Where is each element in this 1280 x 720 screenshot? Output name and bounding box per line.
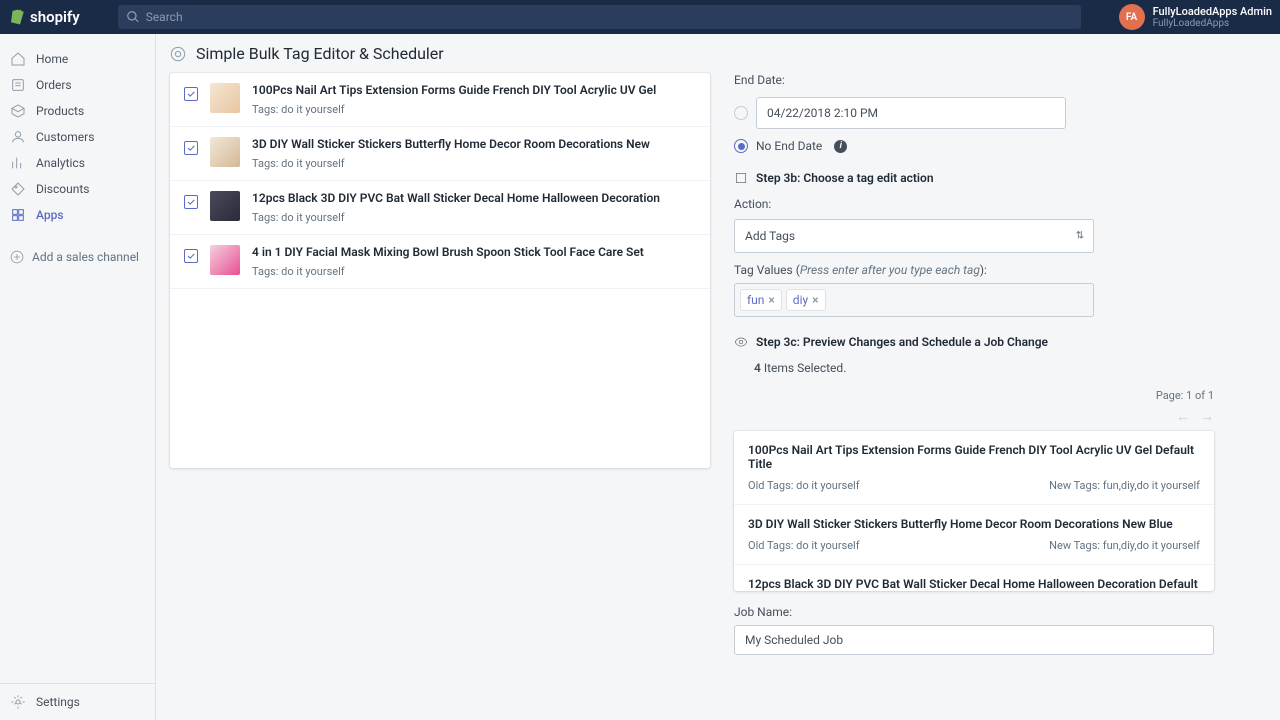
remove-tag-icon[interactable]: × [768,293,774,307]
action-select[interactable]: Add Tags [734,219,1094,253]
search-wrap[interactable] [118,5,1081,29]
preview-row: 3D DIY Wall Sticker Stickers Butterfly H… [734,505,1214,565]
pager-prev-icon[interactable]: ← [1176,408,1190,425]
job-name-input[interactable] [734,625,1214,655]
nav-analytics[interactable]: Analytics [0,150,155,176]
end-date-label: End Date: [734,73,1214,87]
radio-end-date[interactable] [734,106,748,120]
new-tags: New Tags: fun,diy,do it yourself [1049,539,1200,552]
page-title: Simple Bulk Tag Editor & Scheduler [196,44,444,63]
old-tags: Old Tags: do it yourself [748,539,860,552]
user-sub: FullyLoadedApps [1153,18,1272,29]
nav-settings[interactable]: Settings [0,683,155,720]
search-icon [126,10,140,24]
nav-customers[interactable]: Customers [0,124,155,150]
radio-no-end-date[interactable] [734,139,748,153]
pager-next-icon[interactable]: → [1200,408,1214,425]
product-thumb [210,137,240,167]
sidebar: Home Orders Products Customers Analytics… [0,34,156,720]
app-icon [170,46,186,62]
old-tags: Old Tags: do it yourself [748,479,860,492]
right-panel: End Date: No End Date i Step 3b: Choos [734,73,1214,673]
product-name: 4 in 1 DIY Facial Mask Mixing Bowl Brush… [252,245,696,259]
page-header: Simple Bulk Tag Editor & Scheduler [156,34,1280,73]
preview-row: 12pcs Black 3D DIY PVC Bat Wall Sticker … [734,565,1214,591]
product-checkbox[interactable] [184,249,198,263]
product-name: 12pcs Black 3D DIY PVC Bat Wall Sticker … [252,191,696,205]
nav-orders[interactable]: Orders [0,72,155,98]
info-icon[interactable]: i [834,140,847,153]
search-input[interactable] [146,10,1073,24]
nav-products[interactable]: Products [0,98,155,124]
preview-row: 100Pcs Nail Art Tips Extension Forms Gui… [734,431,1214,505]
topbar: shopify FA FullyLoadedApps Admin FullyLo… [0,0,1280,34]
items-selected: 4 Items Selected. [754,361,1214,375]
preview-name: 12pcs Black 3D DIY PVC Bat Wall Sticker … [748,577,1200,591]
new-tags: New Tags: fun,diy,do it yourself [1049,479,1200,492]
job-name-label: Job Name: [734,605,1214,619]
product-thumb [210,83,240,113]
tag-chip: fun× [740,289,782,311]
product-name: 100Pcs Nail Art Tips Extension Forms Gui… [252,83,696,97]
product-row[interactable]: 4 in 1 DIY Facial Mask Mixing Bowl Brush… [170,235,710,289]
product-name: 3D DIY Wall Sticker Stickers Butterfly H… [252,137,696,151]
user-area[interactable]: FA FullyLoadedApps Admin FullyLoadedApps [1119,4,1272,30]
nav-home[interactable]: Home [0,46,155,72]
preview-card: 100Pcs Nail Art Tips Extension Forms Gui… [734,431,1214,591]
preview-name: 3D DIY Wall Sticker Stickers Butterfly H… [748,517,1200,531]
step-3b-header: Step 3b: Choose a tag edit action [734,171,1214,185]
end-date-input[interactable] [756,97,1066,129]
product-tags: Tags: do it yourself [252,157,696,170]
product-tags: Tags: do it yourself [252,211,696,224]
product-row[interactable]: 12pcs Black 3D DIY PVC Bat Wall Sticker … [170,181,710,235]
tag-values-label: Tag Values (Press enter after you type e… [734,263,1214,277]
user-name: FullyLoadedApps Admin [1153,5,1272,18]
add-sales-channel[interactable]: Add a sales channel [0,240,155,274]
main: Simple Bulk Tag Editor & Scheduler 100Pc… [156,34,1280,720]
product-tags: Tags: do it yourself [252,265,696,278]
product-thumb [210,191,240,221]
product-checkbox[interactable] [184,87,198,101]
shopify-logo[interactable]: shopify [8,8,80,26]
step-3c-header: Step 3c: Preview Changes and Schedule a … [734,335,1214,349]
product-tags: Tags: do it yourself [252,103,696,116]
tag-chip: diy× [786,289,826,311]
product-row[interactable]: 3D DIY Wall Sticker Stickers Butterfly H… [170,127,710,181]
pager: Page: 1 of 1 [734,389,1214,402]
brand-text: shopify [30,8,80,26]
tag-input[interactable]: fun× diy× [734,283,1094,317]
no-end-date-label: No End Date [756,139,822,153]
product-checkbox[interactable] [184,195,198,209]
remove-tag-icon[interactable]: × [812,293,818,307]
preview-name: 100Pcs Nail Art Tips Extension Forms Gui… [748,443,1200,471]
product-row[interactable]: 100Pcs Nail Art Tips Extension Forms Gui… [170,73,710,127]
nav-discounts[interactable]: Discounts [0,176,155,202]
product-list-card: 100Pcs Nail Art Tips Extension Forms Gui… [170,73,710,468]
nav-apps[interactable]: Apps [0,202,155,228]
avatar: FA [1119,4,1145,30]
product-checkbox[interactable] [184,141,198,155]
action-label: Action: [734,197,1214,211]
product-thumb [210,245,240,275]
